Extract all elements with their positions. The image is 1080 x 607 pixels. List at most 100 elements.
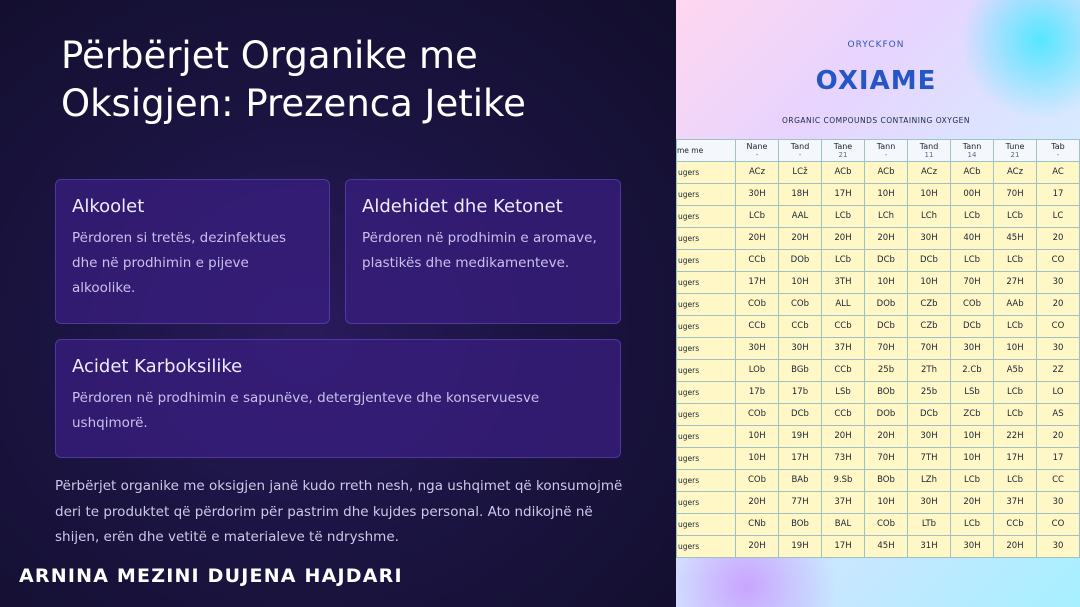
table-cell: 30H bbox=[907, 227, 951, 250]
table-cell: 25b bbox=[864, 359, 908, 382]
table-cell: BOb bbox=[864, 469, 908, 492]
table-cell: AAL bbox=[778, 205, 822, 228]
poster-image: ORYCKFON OXIAME ORGANIC COMPOUNDS CONTAI… bbox=[676, 0, 1080, 607]
table-cell: COb bbox=[864, 513, 908, 536]
table-row: ugers 10H 19H 20H 20H 30H 10H 22H 20 bbox=[676, 425, 1080, 448]
table-row: ugers 17b 17b LSb BOb 25b LSb LCb LO bbox=[676, 381, 1080, 404]
table-cell: 10H bbox=[735, 447, 779, 470]
table-cell: LCb bbox=[993, 403, 1037, 426]
table-header-corner: me me bbox=[676, 139, 736, 162]
table-row: ugers LOb BGb CCb 25b 2Th 2.Cb A5b 2Z bbox=[676, 359, 1080, 382]
table-row-label: ugers bbox=[676, 183, 736, 206]
table-cell: CCb bbox=[821, 403, 865, 426]
table-cell: 00H bbox=[950, 183, 994, 206]
table-cell: 17H bbox=[778, 447, 822, 470]
table-cell: LO bbox=[1036, 381, 1080, 404]
table-cell: 30 bbox=[1036, 491, 1080, 514]
slide-title: Përbërjet Organike me Oksigjen: Prezenca… bbox=[61, 34, 526, 125]
table-cell: 10H bbox=[778, 271, 822, 294]
table-cell: 10H bbox=[864, 491, 908, 514]
table-cell: LCž bbox=[778, 161, 822, 184]
table-cell: LOb bbox=[735, 359, 779, 382]
table-cell: ACz bbox=[993, 161, 1037, 184]
table-row-label: ugers bbox=[676, 403, 736, 426]
table-row-label: ugers bbox=[676, 359, 736, 382]
table-cell: COb bbox=[735, 403, 779, 426]
table-row: ugers ACz LCž ACb ACb ACz ACb ACz AC bbox=[676, 161, 1080, 184]
table-cell: 30 bbox=[1036, 535, 1080, 558]
table-cell: AC bbox=[1036, 161, 1080, 184]
table-cell: CC bbox=[1036, 469, 1080, 492]
table-cell: LCb bbox=[735, 205, 779, 228]
table-row-label: ugers bbox=[676, 337, 736, 360]
table-row: ugers COb DCb CCb DOb DCb ZCb LCb AS bbox=[676, 403, 1080, 426]
card-title: Alkoolet bbox=[72, 196, 145, 217]
table-cell: ZCb bbox=[950, 403, 994, 426]
card-acidet-karboksilike: Acidet Karboksilike Përdoren në prodhimi… bbox=[55, 339, 621, 458]
table-cell: 20H bbox=[864, 425, 908, 448]
table-cell: BAb bbox=[778, 469, 822, 492]
table-cell: 70H bbox=[864, 447, 908, 470]
table-header-row: me me Nane - Tand - Tane 21 Tann - Tand 11 Tann 14 Tu… bbox=[676, 139, 1080, 162]
table-cell: 20H bbox=[735, 491, 779, 514]
table-row: ugers CNb BOb BAL COb LTb LCb CCb CO bbox=[676, 513, 1080, 536]
table-row-label: ugers bbox=[676, 315, 736, 338]
table-cell: LSb bbox=[950, 381, 994, 404]
table-cell: CO bbox=[1036, 315, 1080, 338]
table-cell: BGb bbox=[778, 359, 822, 382]
table-cell: 3TH bbox=[821, 271, 865, 294]
table-cell: 17H bbox=[821, 183, 865, 206]
table-row-label: ugers bbox=[676, 469, 736, 492]
table-cell: 17b bbox=[778, 381, 822, 404]
table-cell: 30H bbox=[950, 535, 994, 558]
table-cell: LCb bbox=[950, 249, 994, 272]
table-cell: CCb bbox=[821, 315, 865, 338]
table-cell: COb bbox=[950, 293, 994, 316]
table-cell: CCb bbox=[821, 359, 865, 382]
table-header-cell: Tann - bbox=[864, 139, 908, 162]
table-cell: 20H bbox=[864, 227, 908, 250]
table-cell: DCb bbox=[907, 249, 951, 272]
table-cell: LCb bbox=[993, 469, 1037, 492]
table-cell: DCb bbox=[864, 249, 908, 272]
table-row: ugers 17H 10H 3TH 10H 10H 70H 27H 30 bbox=[676, 271, 1080, 294]
table-cell: ACz bbox=[735, 161, 779, 184]
table-cell: 20H bbox=[950, 491, 994, 514]
table-cell: CCb bbox=[993, 513, 1037, 536]
poster-title: OXIAME bbox=[815, 66, 937, 96]
table-cell: 20 bbox=[1036, 425, 1080, 448]
table-header-cell: Tand 11 bbox=[907, 139, 951, 162]
table-cell: ACz bbox=[907, 161, 951, 184]
table-cell: ALL bbox=[821, 293, 865, 316]
table-cell: DOb bbox=[864, 293, 908, 316]
table-cell: CO bbox=[1036, 513, 1080, 536]
table-row: ugers COb BAb 9.Sb BOb LZh LCb LCb CC bbox=[676, 469, 1080, 492]
table-row-label: ugers bbox=[676, 205, 736, 228]
table-cell: 40H bbox=[950, 227, 994, 250]
table-cell: ACb bbox=[950, 161, 994, 184]
table-cell: 20H bbox=[735, 227, 779, 250]
table-cell: 30H bbox=[907, 425, 951, 448]
table-cell: 37H bbox=[993, 491, 1037, 514]
table-cell: ACb bbox=[864, 161, 908, 184]
table-row: ugers 30H 30H 37H 70H 70H 30H 10H 30 bbox=[676, 337, 1080, 360]
table-header-cell: Tune 21 bbox=[993, 139, 1037, 162]
table-cell: 70H bbox=[950, 271, 994, 294]
author-names: ARNINA MEZINI DUJENA HAJDARI bbox=[19, 565, 403, 587]
card-alkoolet: Alkoolet Përdoren si tretës, dezinfektue… bbox=[55, 179, 330, 324]
table-cell: 25b bbox=[907, 381, 951, 404]
table-cell: 20 bbox=[1036, 227, 1080, 250]
table-cell: 10H bbox=[864, 271, 908, 294]
table-row-label: ugers bbox=[676, 293, 736, 316]
card-text: Përdoren si tretës, dezinfektues dhe në … bbox=[72, 230, 286, 296]
table-row-label: ugers bbox=[676, 425, 736, 448]
table-cell: DCb bbox=[907, 403, 951, 426]
table-cell: 17b bbox=[735, 381, 779, 404]
table-cell: 20H bbox=[821, 425, 865, 448]
table-row: ugers COb COb ALL DOb CZb COb AAb 20 bbox=[676, 293, 1080, 316]
table-header-cell: Tann 14 bbox=[950, 139, 994, 162]
card-text: Përdoren në prodhimin e aromave, plastik… bbox=[362, 230, 597, 271]
table-cell: LTb bbox=[907, 513, 951, 536]
table-cell: ACb bbox=[821, 161, 865, 184]
table-cell: 30H bbox=[950, 337, 994, 360]
